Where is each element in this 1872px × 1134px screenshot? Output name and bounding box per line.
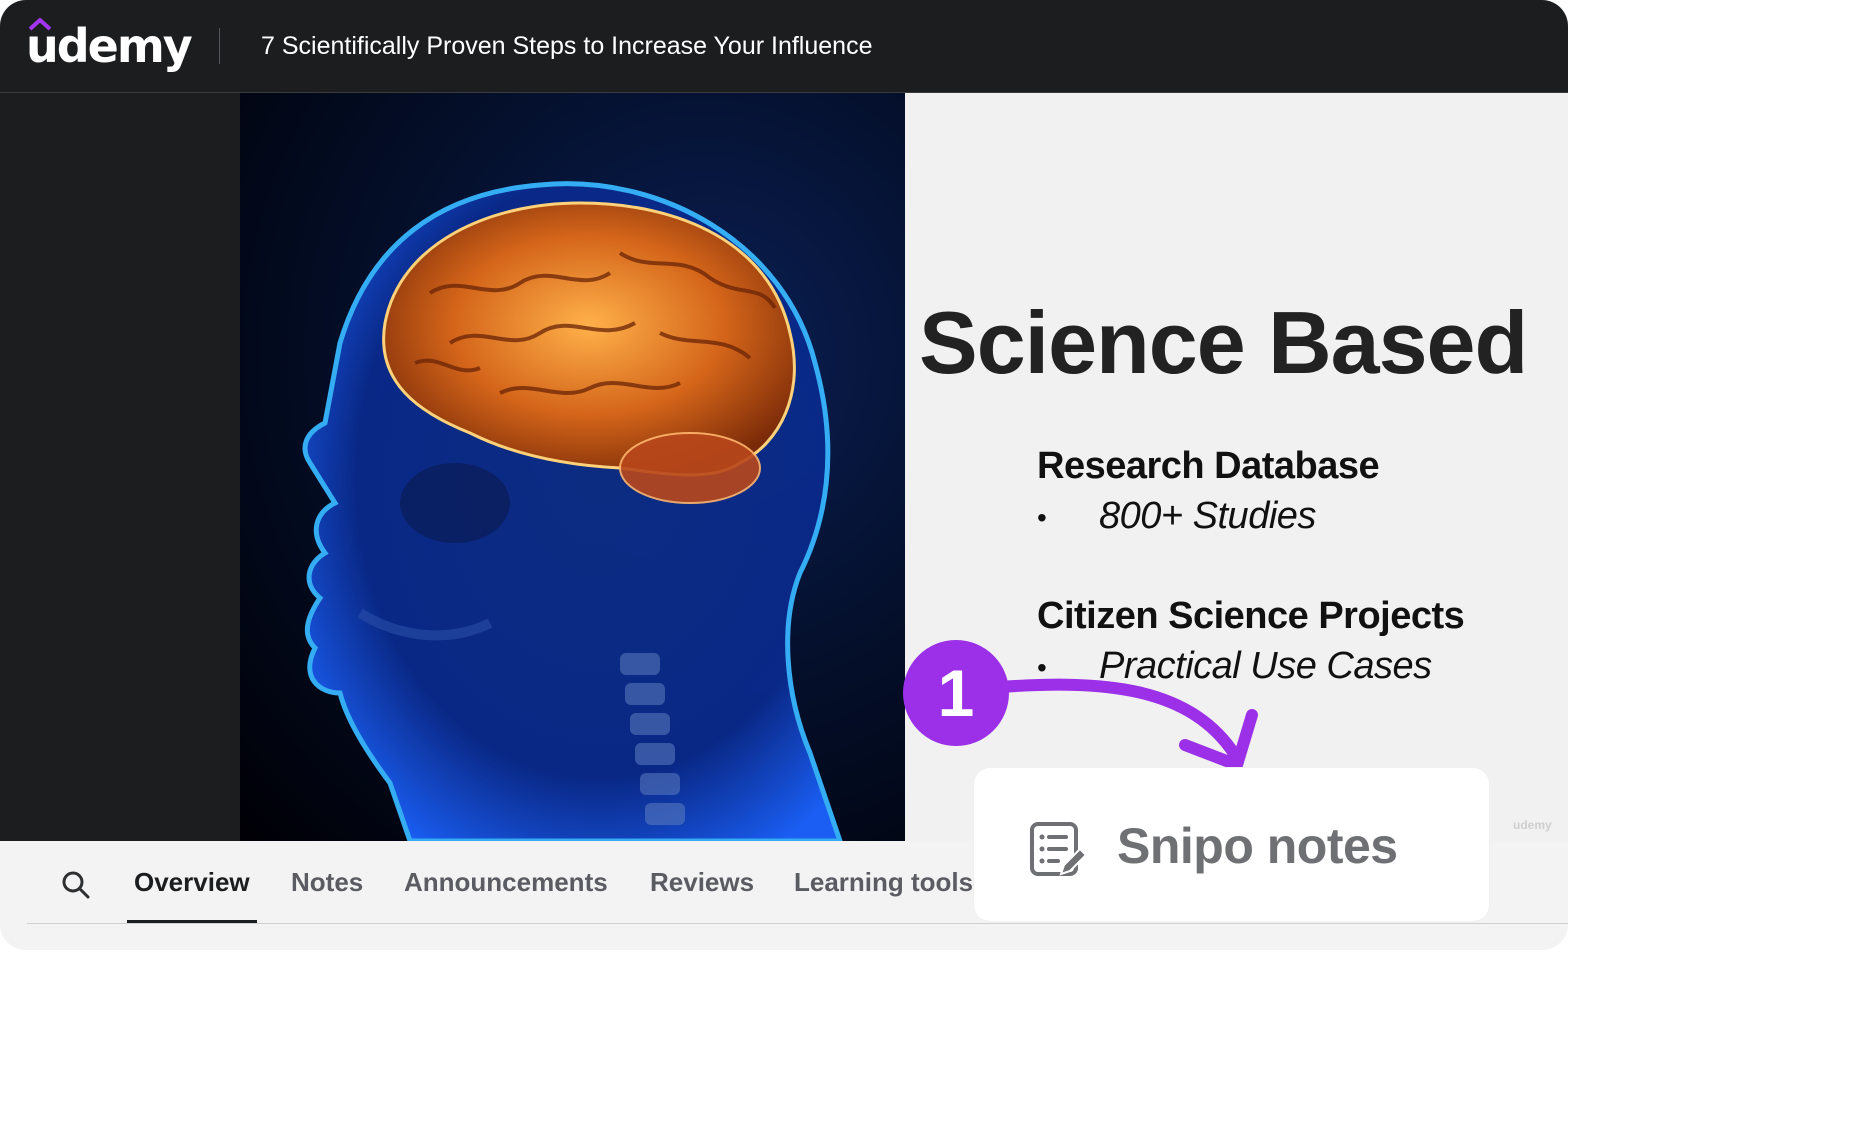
slide-bullet-studies: • 800+ Studies xyxy=(1037,495,1316,538)
tab-announcements[interactable]: Announcements xyxy=(404,865,608,899)
header-divider xyxy=(219,28,220,64)
tab-notes[interactable]: Notes xyxy=(291,865,363,899)
notes-edit-icon xyxy=(1030,822,1088,876)
slide-title: Science Based xyxy=(919,293,1528,392)
bullet-text: 800+ Studies xyxy=(1099,495,1316,537)
step-number-badge: 1 xyxy=(903,640,1009,746)
slide-heading-research: Research Database xyxy=(1037,445,1380,487)
head-brain-graphic xyxy=(302,181,843,841)
snipo-notes-label: Snipo notes xyxy=(1117,818,1398,874)
udemy-logo[interactable]: udemy xyxy=(26,14,193,78)
app-frame: udemy 7 Scientifically Proven Steps to I… xyxy=(0,0,1568,950)
brain-illustration xyxy=(240,93,905,841)
tab-overview[interactable]: Overview xyxy=(134,865,250,899)
search-icon[interactable] xyxy=(56,865,96,905)
bullet-dot: • xyxy=(1037,501,1047,533)
tab-learning-tools[interactable]: Learning tools xyxy=(794,865,973,899)
snipo-notes-button[interactable]: Snipo notes xyxy=(974,768,1489,921)
video-watermark: udemy xyxy=(1513,818,1552,832)
slide-heading-citizen: Citizen Science Projects xyxy=(1037,595,1465,637)
tabs-divider xyxy=(27,923,1568,924)
udemy-hat-icon xyxy=(29,18,51,31)
video-player[interactable]: Science Based Research Database • 800+ St… xyxy=(0,93,1568,841)
course-header: udemy 7 Scientifically Proven Steps to I… xyxy=(0,0,1568,93)
tab-reviews[interactable]: Reviews xyxy=(650,865,754,899)
course-title[interactable]: 7 Scientifically Proven Steps to Increas… xyxy=(261,30,872,62)
